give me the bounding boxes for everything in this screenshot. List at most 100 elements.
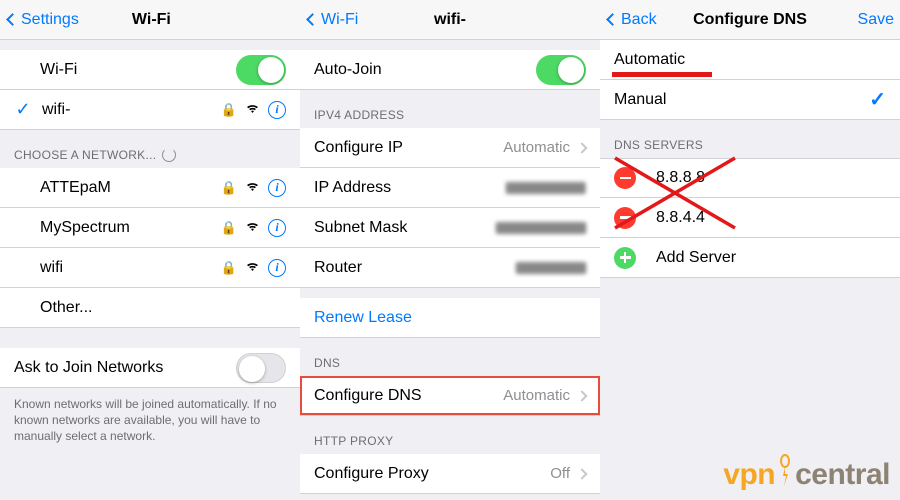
- configure-ip-row[interactable]: Configure IP Automatic: [300, 128, 600, 168]
- logo-central: central: [795, 458, 890, 492]
- other-label: Other...: [40, 299, 92, 317]
- delete-icon[interactable]: [614, 167, 636, 189]
- choose-network-label: CHOOSE A NETWORK...: [14, 148, 156, 162]
- configure-dns-row[interactable]: Configure DNS Automatic: [300, 376, 600, 416]
- wifi-signal-icon: [245, 220, 260, 235]
- chevron-left-icon: [606, 13, 619, 26]
- ask-footer-text: Known networks will be joined automatica…: [0, 388, 300, 453]
- info-icon[interactable]: i: [268, 179, 286, 197]
- dns-server-value: 8.8.4.4: [656, 209, 705, 227]
- add-server-row[interactable]: Add Server: [600, 238, 900, 278]
- vpncentral-logo: vpn central: [723, 454, 890, 496]
- back-button[interactable]: Back: [606, 11, 676, 29]
- back-label: Settings: [21, 11, 79, 29]
- wifi-master-toggle-row: Wi-Fi: [0, 50, 300, 90]
- configure-dns-panel: Back Configure DNS Save Automatic Manual…: [600, 0, 900, 500]
- chevron-right-icon: [576, 142, 587, 153]
- wifi-signal-icon: [245, 180, 260, 195]
- page-title: wifi-: [376, 11, 524, 29]
- dns-mode-automatic-row[interactable]: Automatic: [600, 40, 900, 80]
- network-name: MySpectrum: [40, 219, 130, 237]
- info-icon[interactable]: i: [268, 219, 286, 237]
- configure-ip-value: Automatic: [503, 139, 570, 156]
- lock-icon: 🔒: [221, 260, 237, 276]
- delete-icon[interactable]: [614, 207, 636, 229]
- configure-proxy-label: Configure Proxy: [314, 465, 429, 483]
- info-icon[interactable]: i: [268, 259, 286, 277]
- ip-address-value-blurred: [506, 182, 586, 194]
- connected-network-row[interactable]: ✓ wifi- 🔒 i: [0, 90, 300, 130]
- dns-mode-manual-row[interactable]: Manual ✓: [600, 80, 900, 120]
- subnet-label: Subnet Mask: [314, 219, 407, 237]
- subnet-mask-row: Subnet Mask: [300, 208, 600, 248]
- network-row[interactable]: MySpectrum 🔒 i: [0, 208, 300, 248]
- wifi-toggle[interactable]: [236, 55, 286, 85]
- dns-servers-header: DNS SERVERS: [600, 120, 900, 158]
- http-proxy-header: HTTP PROXY: [300, 416, 600, 454]
- automatic-label: Automatic: [614, 51, 685, 69]
- ip-address-label: IP Address: [314, 179, 391, 197]
- wifi-signal-icon: [245, 260, 260, 275]
- checkmark-icon: ✓: [14, 99, 32, 120]
- subnet-value-blurred: [496, 222, 586, 234]
- ask-to-join-label: Ask to Join Networks: [14, 359, 163, 377]
- page-title: Wi-Fi: [79, 11, 224, 29]
- back-button[interactable]: Wi-Fi: [306, 11, 376, 29]
- router-value-blurred: [516, 262, 586, 274]
- ipv4-header: IPV4 ADDRESS: [300, 90, 600, 128]
- wifi-settings-panel: Settings Wi-Fi Wi-Fi ✓ wifi- 🔒 i CHOOSE …: [0, 0, 300, 500]
- add-icon[interactable]: [614, 247, 636, 269]
- save-label: Save: [858, 11, 894, 29]
- network-detail-panel: Wi-Fi wifi- Auto-Join IPV4 ADDRESS Confi…: [300, 0, 600, 500]
- connected-network-name: wifi-: [42, 101, 70, 119]
- dns-server-row[interactable]: 8.8.8.8: [600, 158, 900, 198]
- configure-proxy-value: Off: [550, 465, 570, 482]
- lock-icon: 🔒: [221, 220, 237, 236]
- back-label: Back: [621, 11, 657, 29]
- lock-icon: 🔒: [221, 102, 237, 118]
- chevron-left-icon: [306, 13, 319, 26]
- other-network-row[interactable]: Other...: [0, 288, 300, 328]
- dns-server-row[interactable]: 8.8.4.4: [600, 198, 900, 238]
- spinner-icon: [162, 148, 176, 162]
- navbar: Wi-Fi wifi-: [300, 0, 600, 40]
- page-title: Configure DNS: [676, 11, 824, 29]
- manual-label: Manual: [614, 91, 666, 109]
- wifi-label: Wi-Fi: [40, 61, 77, 79]
- ask-to-join-row: Ask to Join Networks: [0, 348, 300, 388]
- dns-server-value: 8.8.8.8: [656, 169, 705, 187]
- save-button[interactable]: Save: [824, 11, 894, 29]
- network-name: ATTEpaM: [40, 179, 111, 197]
- network-row[interactable]: ATTEpaM 🔒 i: [0, 168, 300, 208]
- configure-dns-label: Configure DNS: [314, 387, 422, 405]
- annotation-underline: [612, 72, 712, 77]
- chevron-right-icon: [576, 390, 587, 401]
- checkmark-icon: ✓: [869, 87, 886, 112]
- auto-join-label: Auto-Join: [314, 61, 382, 79]
- bolt-icon: [776, 454, 794, 496]
- logo-vpn: vpn: [723, 458, 775, 492]
- renew-lease-label: Renew Lease: [314, 309, 412, 327]
- configure-ip-label: Configure IP: [314, 139, 403, 157]
- renew-lease-row[interactable]: Renew Lease: [300, 298, 600, 338]
- chevron-left-icon: [6, 13, 19, 26]
- auto-join-row: Auto-Join: [300, 50, 600, 90]
- lock-icon: 🔒: [221, 180, 237, 196]
- configure-dns-value: Automatic: [503, 387, 570, 404]
- navbar: Settings Wi-Fi: [0, 0, 300, 40]
- auto-join-toggle[interactable]: [536, 55, 586, 85]
- configure-proxy-row[interactable]: Configure Proxy Off: [300, 454, 600, 494]
- wifi-signal-icon: [245, 102, 260, 117]
- router-label: Router: [314, 259, 362, 277]
- network-name: wifi: [40, 259, 63, 277]
- ask-to-join-toggle[interactable]: [236, 353, 286, 383]
- chevron-right-icon: [576, 468, 587, 479]
- choose-network-header: CHOOSE A NETWORK...: [0, 130, 300, 168]
- network-row[interactable]: wifi 🔒 i: [0, 248, 300, 288]
- add-server-label: Add Server: [656, 249, 736, 267]
- info-icon[interactable]: i: [268, 101, 286, 119]
- back-button[interactable]: Settings: [6, 11, 79, 29]
- navbar: Back Configure DNS Save: [600, 0, 900, 40]
- ip-address-row: IP Address: [300, 168, 600, 208]
- back-label: Wi-Fi: [321, 11, 358, 29]
